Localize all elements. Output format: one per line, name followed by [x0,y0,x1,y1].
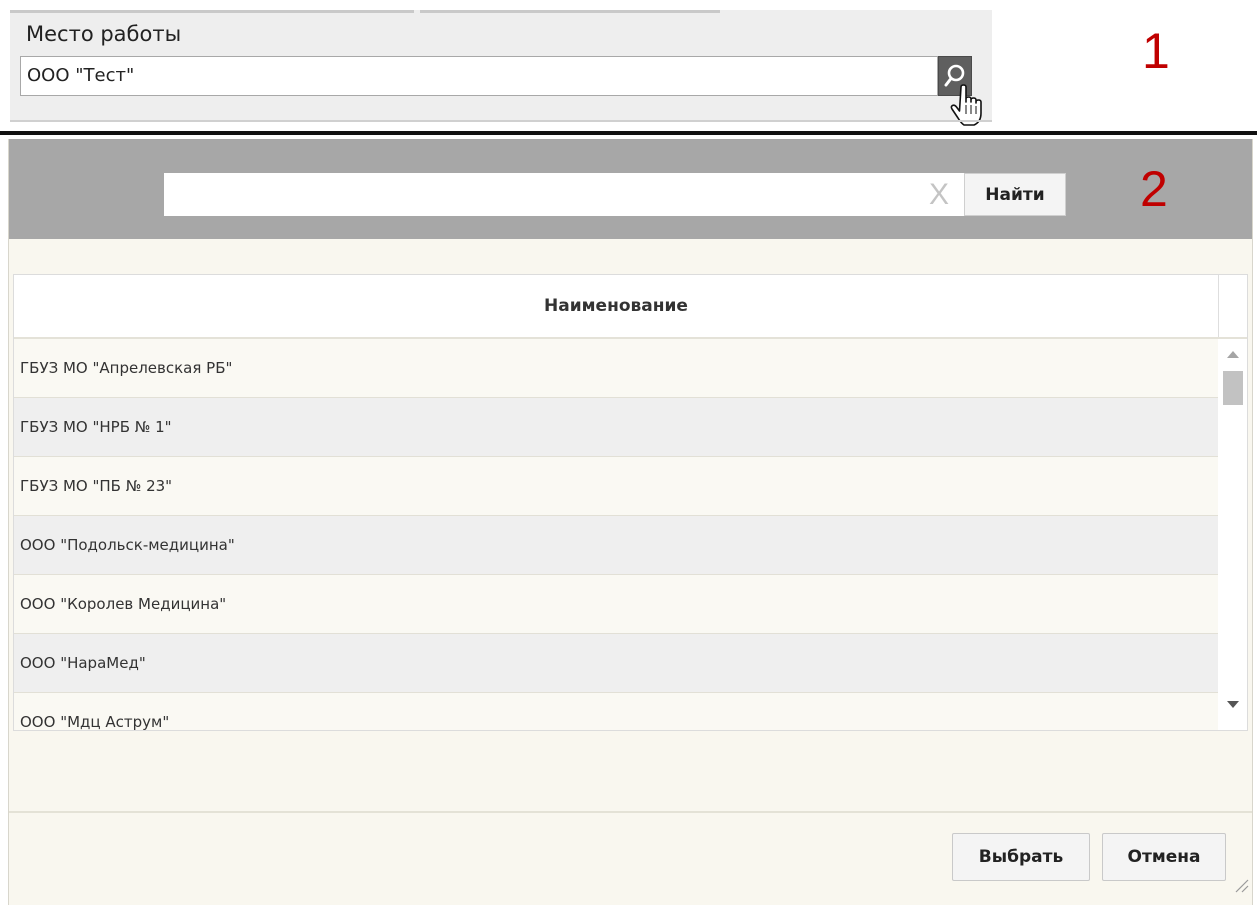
scroll-thumb[interactable] [1223,371,1243,405]
table-row[interactable]: ООО "Королев Медицина" [14,575,1218,634]
search-toolbar: X Найти [9,139,1252,239]
step-number-1: 1 [1142,23,1170,79]
panel-bottom-border [10,120,992,122]
scroll-up-arrow-icon[interactable] [1227,351,1239,358]
table-body: ГБУЗ МО "Апрелевская РБ" ГБУЗ МО "НРБ № … [14,339,1218,730]
table-row[interactable]: ГБУЗ МО "Апрелевская РБ" [14,339,1218,398]
step-number-2: 2 [1140,161,1168,217]
table-row[interactable]: ООО "Мдц Аструм" [14,693,1218,730]
hand-pointer-icon [950,84,982,126]
table-scrollbar[interactable] [1219,339,1247,730]
workplace-label: Место работы [26,22,182,46]
workplace-input[interactable]: ООО "Тест" [20,56,938,96]
select-button[interactable]: Выбрать [952,833,1090,881]
clear-icon[interactable]: X [924,178,954,212]
find-button[interactable]: Найти [964,173,1066,216]
tab-strip-left [10,10,414,13]
section-separator [0,131,1257,135]
column-header-name[interactable]: Наименование [14,275,1218,337]
table-row[interactable]: ООО "Подольск-медицина" [14,516,1218,575]
column-divider [1218,275,1219,337]
workplace-field-panel: Место работы ООО "Тест" [10,10,992,126]
cancel-button[interactable]: Отмена [1102,833,1226,881]
search-input[interactable] [164,173,964,216]
footer-divider [9,811,1252,813]
table-header: Наименование [14,275,1247,339]
resize-grip-icon[interactable] [1231,875,1249,893]
table-row[interactable]: ГБУЗ МО "НРБ № 1" [14,398,1218,457]
tab-strip-right [420,10,720,13]
organization-select-dialog: X Найти Наименование ГБУЗ МО "Апрелевска… [8,139,1253,905]
table-row[interactable]: ООО "НараМед" [14,634,1218,693]
organizations-table: Наименование ГБУЗ МО "Апрелевская РБ" ГБ… [13,274,1248,731]
scroll-down-arrow-icon[interactable] [1227,701,1239,708]
table-row[interactable]: ГБУЗ МО "ПБ № 23" [14,457,1218,516]
